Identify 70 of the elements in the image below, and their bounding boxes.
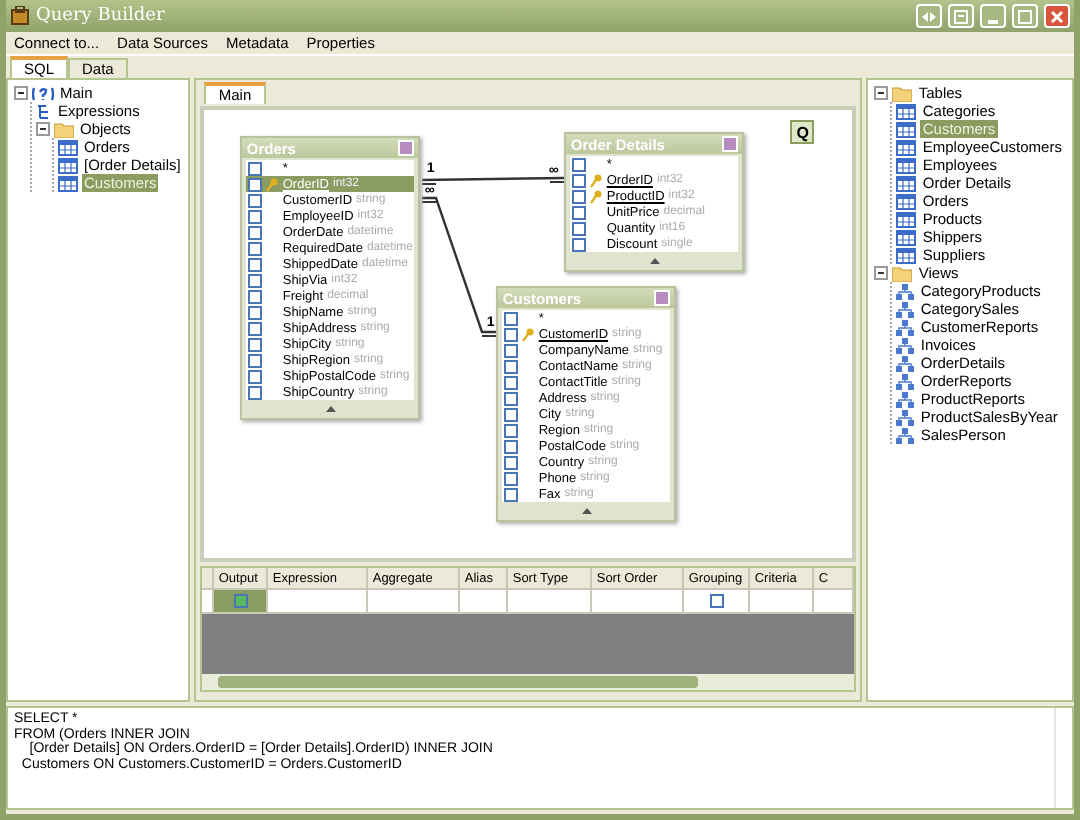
checkbox[interactable] xyxy=(248,177,263,191)
folder-icon xyxy=(892,85,913,101)
checkbox[interactable] xyxy=(248,305,263,319)
grid-cell[interactable] xyxy=(368,590,461,614)
checkbox[interactable] xyxy=(248,257,263,271)
checkbox[interactable] xyxy=(572,157,587,171)
checkbox[interactable] xyxy=(504,375,519,389)
collapse-icon[interactable] xyxy=(581,508,592,514)
close-icon[interactable] xyxy=(654,290,671,306)
checkbox[interactable] xyxy=(572,189,587,203)
close-icon xyxy=(1050,9,1064,23)
checkbox[interactable] xyxy=(504,391,519,405)
checkbox[interactable] xyxy=(248,385,263,399)
grid-cell[interactable] xyxy=(592,590,685,614)
close-icon[interactable] xyxy=(722,136,739,152)
checkbox[interactable] xyxy=(572,237,587,251)
checkbox[interactable] xyxy=(572,205,587,219)
folder-icon xyxy=(892,265,913,281)
checkbox[interactable] xyxy=(248,161,263,175)
restore-icon xyxy=(954,9,968,23)
close-button[interactable] xyxy=(1044,4,1070,28)
checkbox[interactable] xyxy=(504,487,519,501)
checkbox[interactable] xyxy=(248,369,263,383)
checkbox[interactable] xyxy=(248,289,263,303)
expand-toggle[interactable] xyxy=(36,122,50,136)
checkbox[interactable] xyxy=(248,193,263,207)
checkbox[interactable] xyxy=(248,337,263,351)
checkbox[interactable] xyxy=(710,594,725,608)
checkbox[interactable] xyxy=(504,455,519,469)
app-icon xyxy=(10,6,30,26)
checkbox[interactable] xyxy=(248,225,263,239)
grid-cell[interactable] xyxy=(268,590,369,614)
grid-cell[interactable] xyxy=(214,590,269,614)
checkbox[interactable] xyxy=(504,327,519,341)
expand-toggle[interactable] xyxy=(14,86,28,100)
checkbox[interactable] xyxy=(572,221,587,235)
arrows-icon xyxy=(922,11,936,21)
query-button[interactable]: Q xyxy=(790,120,815,144)
collapse-icon[interactable] xyxy=(649,258,660,264)
checkbox[interactable] xyxy=(248,321,263,335)
list-tree-icon xyxy=(36,103,52,119)
checkbox[interactable] xyxy=(504,407,519,421)
checkbox[interactable] xyxy=(248,209,263,223)
expand-toggle[interactable] xyxy=(874,266,889,280)
checkbox[interactable] xyxy=(234,594,249,608)
checkbox[interactable] xyxy=(504,439,519,453)
checkbox[interactable] xyxy=(504,343,519,357)
checkbox[interactable] xyxy=(572,173,587,187)
relation-line xyxy=(421,196,498,337)
checkbox[interactable] xyxy=(248,241,263,255)
help-icon xyxy=(32,85,54,101)
checkbox[interactable] xyxy=(248,273,263,287)
grid-cell[interactable] xyxy=(684,590,751,614)
collapse-icon[interactable] xyxy=(325,406,336,412)
horizontal-scrollbar[interactable] xyxy=(202,674,855,690)
grid-cell[interactable] xyxy=(750,590,815,614)
expand-toggle[interactable] xyxy=(874,86,889,100)
checkbox[interactable] xyxy=(504,471,519,485)
checkbox[interactable] xyxy=(248,353,263,367)
grid-cell[interactable] xyxy=(814,590,855,614)
checkbox[interactable] xyxy=(504,359,519,373)
window-title: Query Builder xyxy=(36,6,167,26)
checkbox[interactable] xyxy=(504,311,519,325)
table-node[interactable] xyxy=(240,136,421,420)
maximize-icon xyxy=(1018,9,1032,23)
checkbox[interactable] xyxy=(504,423,519,437)
close-icon[interactable] xyxy=(398,140,415,156)
grid-cell[interactable] xyxy=(508,590,593,614)
grid-cell[interactable] xyxy=(460,590,509,614)
folder-icon xyxy=(54,121,74,137)
